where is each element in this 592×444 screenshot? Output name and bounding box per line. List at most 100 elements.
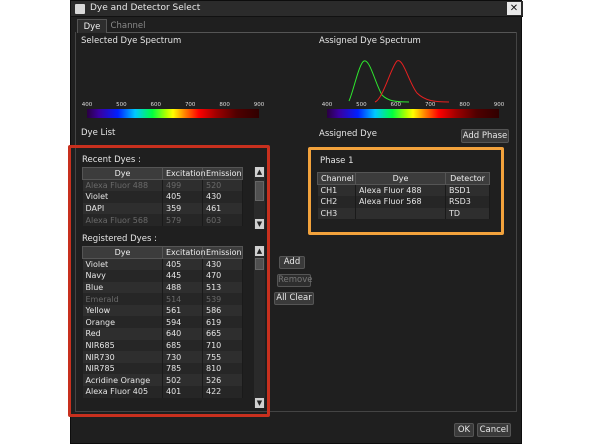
registered-excitation-cell: 594 [162, 316, 203, 329]
registered-emission-cell: 470 [202, 270, 243, 282]
scroll-down-icon[interactable]: ▼ [255, 219, 264, 229]
registered-dye-cell: Alexa Fluor 405 [82, 386, 163, 398]
selected-spectrum-label: Selected Dye Spectrum [81, 36, 182, 46]
tab-channel[interactable]: Channel [107, 19, 149, 33]
table-row[interactable]: CH3 TD [317, 207, 490, 220]
window-title: Dye and Detector Select [90, 3, 201, 13]
recent-dye-cell: DAPI [82, 202, 163, 215]
registered-dye-cell: Acridine Orange [82, 374, 163, 387]
assigned-detector-cell[interactable]: RSD3 [445, 196, 490, 208]
selected-spectrum-bar [87, 109, 259, 118]
registered-emission-cell: 539 [202, 293, 243, 305]
registered-dye-cell: Orange [82, 316, 163, 329]
registered-emission-cell: 619 [202, 316, 243, 329]
close-button[interactable]: ✕ [507, 2, 521, 15]
table-row[interactable]: Violet 405 430 [82, 258, 243, 271]
recent-dyes-scrollbar[interactable]: ▲ ▼ [254, 167, 265, 229]
recent-emission-cell: 461 [202, 202, 243, 215]
registered-dyes-table: Dye Excitation Emission Violet 405 430 Nav… [82, 246, 243, 398]
scroll-thumb[interactable] [255, 258, 264, 270]
ok-button[interactable]: OK [454, 423, 474, 437]
table-row[interactable]: Navy 445 470 [82, 270, 243, 282]
assigned-tick-800: 800 [459, 102, 470, 108]
registered-dye-cell: Navy [82, 270, 163, 282]
table-row[interactable]: Emerald 514 539 [82, 293, 243, 305]
registered-emission-cell: 430 [202, 258, 243, 271]
registered-dyes-label: Registered Dyes : [82, 234, 157, 244]
title-bar[interactable]: Dye and Detector Select ✕ [71, 1, 523, 17]
registered-dye-cell: Red [82, 328, 163, 340]
recent-emission-cell: 430 [202, 191, 243, 203]
registered-excitation-cell: 561 [162, 304, 203, 317]
registered-emission-cell: 422 [202, 386, 243, 398]
table-row[interactable]: Blue 488 513 [82, 281, 243, 294]
table-row[interactable]: Alexa Fluor 405 401 422 [82, 386, 243, 398]
table-row[interactable]: CH2 Alexa Fluor 568 RSD3 [317, 196, 490, 208]
recent-col-emission[interactable]: Emission [202, 167, 243, 180]
selected-tick-900: 900 [253, 102, 265, 108]
scroll-down-icon[interactable]: ▼ [255, 398, 264, 408]
recent-emission-cell: 603 [202, 214, 243, 226]
registered-dye-cell: Blue [82, 281, 163, 294]
registered-excitation-cell: 640 [162, 328, 203, 340]
assigned-channel-cell: CH3 [317, 207, 356, 220]
assigned-dye-cell[interactable]: Alexa Fluor 488 [355, 184, 446, 197]
recent-col-dye[interactable]: Dye [82, 167, 163, 180]
assigned-col-dye[interactable]: Dye [355, 172, 446, 185]
recent-excitation-cell: 499 [162, 179, 203, 192]
table-row[interactable]: Alexa Fluor 488 499 520 [82, 179, 243, 192]
add-button[interactable]: Add [279, 256, 305, 269]
registered-col-emission[interactable]: Emission [202, 246, 243, 259]
assigned-spectrum-plot [348, 60, 450, 103]
assigned-tick-700: 700 [424, 102, 436, 108]
table-row[interactable]: Violet 405 430 [82, 191, 243, 203]
selected-tick-800: 800 [219, 102, 230, 108]
table-row[interactable]: NIR685 685 710 [82, 339, 243, 352]
registered-excitation-cell: 405 [162, 258, 203, 271]
recent-dye-cell: Alexa Fluor 488 [82, 179, 163, 192]
assigned-dye-cell[interactable]: Alexa Fluor 568 [355, 196, 446, 208]
registered-col-dye[interactable]: Dye [82, 246, 163, 259]
dye-list-label: Dye List [81, 128, 116, 138]
assigned-tick-500: 500 [356, 102, 367, 108]
table-row[interactable]: Yellow 561 586 [82, 304, 243, 317]
recent-excitation-cell: 579 [162, 214, 203, 226]
registered-excitation-cell: 730 [162, 351, 203, 363]
assigned-spectrum-scale: 400 500 600 700 800 900 [322, 102, 504, 119]
table-row[interactable]: CH1 Alexa Fluor 488 BSD1 [317, 184, 490, 197]
selected-tick-400: 400 [81, 102, 93, 108]
table-row[interactable]: NIR785 785 810 [82, 362, 243, 375]
assigned-detector-cell[interactable]: TD [445, 207, 490, 220]
recent-excitation-cell: 405 [162, 191, 203, 203]
registered-col-excitation[interactable]: Excitation [162, 246, 206, 259]
app-icon [75, 4, 85, 14]
tab-dye[interactable]: Dye [77, 19, 107, 33]
recent-col-excitation[interactable]: Excitation [162, 167, 206, 180]
recent-dyes-table: Dye Excitation Emission Alexa Fluor 488 … [82, 167, 243, 226]
table-row[interactable]: Red 640 665 [82, 328, 243, 340]
table-row[interactable]: NIR730 730 755 [82, 351, 243, 363]
all-clear-button[interactable]: All Clear [274, 292, 314, 305]
assigned-dye-cell[interactable] [355, 207, 446, 220]
assigned-detector-cell[interactable]: BSD1 [445, 184, 490, 197]
scroll-thumb[interactable] [255, 181, 264, 201]
registered-emission-cell: 755 [202, 351, 243, 363]
table-row[interactable]: Orange 594 619 [82, 316, 243, 329]
green-emission-curve [348, 60, 410, 103]
registered-excitation-cell: 685 [162, 339, 203, 352]
add-phase-button[interactable]: Add Phase [461, 129, 509, 143]
assigned-tick-400: 400 [321, 102, 333, 108]
scroll-up-icon[interactable]: ▲ [255, 167, 264, 177]
assigned-col-detector[interactable]: Detector [445, 172, 490, 185]
table-row[interactable]: Acridine Orange 502 526 [82, 374, 243, 387]
remove-button[interactable]: Remove [277, 274, 313, 287]
table-row[interactable]: DAPI 359 461 [82, 202, 243, 215]
registered-emission-cell: 665 [202, 328, 243, 340]
scroll-up-icon[interactable]: ▲ [255, 246, 264, 256]
table-row[interactable]: Alexa Fluor 568 579 603 [82, 214, 243, 226]
cancel-button[interactable]: Cancel [477, 423, 511, 437]
assigned-dye-label: Assigned Dye [319, 129, 377, 139]
selected-tick-600: 600 [150, 102, 162, 108]
registered-dyes-scrollbar[interactable]: ▲ ▼ [254, 246, 265, 408]
assigned-col-channel[interactable]: Channel [317, 172, 356, 185]
